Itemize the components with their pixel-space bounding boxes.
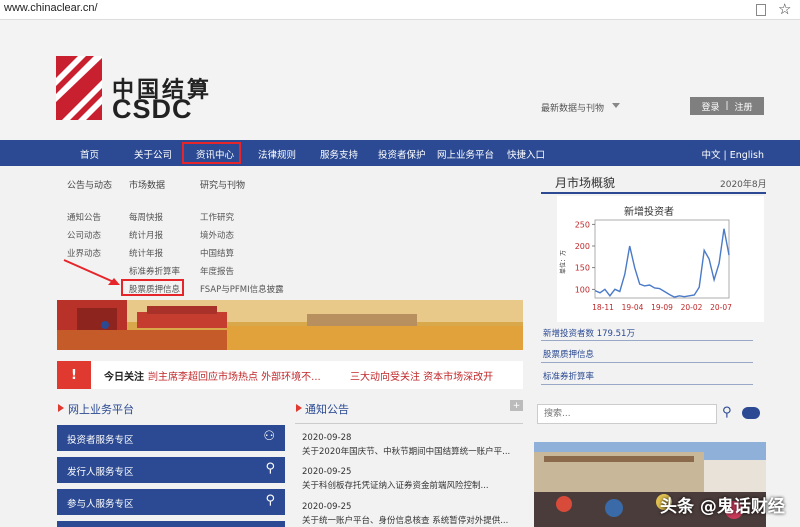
button-label: 参与人服务专区 [67, 499, 134, 510]
dropdown-col-head[interactable]: 公告与动态 [67, 178, 112, 191]
nav-laws[interactable]: 法律规则 [258, 147, 296, 161]
main-nav: 首页 关于公司 资讯中心 法律规则 服务支持 投资者保护 网上业务平台 快捷入口… [0, 140, 800, 166]
market-overview-title: 月市场概貌 [555, 176, 616, 190]
search-input[interactable] [537, 404, 717, 424]
users-icon: ⚇ [263, 429, 275, 444]
dropdown-item[interactable]: 年度报告 [200, 265, 234, 277]
red-arrow-icon [63, 259, 120, 285]
x-tick-label: 18-11 [592, 303, 614, 312]
button-label: 发行人服务专区 [67, 467, 134, 478]
bullet-icon [296, 404, 302, 412]
dropdown-item[interactable]: 境外动态 [200, 229, 234, 241]
more-plus-icon[interactable]: + [510, 400, 523, 411]
nav-investor-protection[interactable]: 投资者保护 [378, 147, 426, 161]
notice-link[interactable]: 关于统一账户平台、身份信息核查 系统暂停对外提供... [302, 514, 517, 526]
divider [541, 192, 766, 194]
dropdown-item[interactable]: FSAP与PFMI信息披露 [200, 283, 284, 295]
x-tick-label: 20-07 [710, 303, 732, 312]
banner-image[interactable] [57, 300, 523, 350]
nav-shortcuts[interactable]: 快捷入口 [507, 147, 545, 161]
dropdown-item[interactable]: 通知公告 [67, 211, 101, 223]
register-link[interactable]: 注册 [735, 100, 753, 113]
page-icon[interactable] [756, 4, 766, 16]
logo-english[interactable]: CSDC [112, 94, 193, 125]
chart-plot: 100 150 200 250 单位：万 18-11 19-04 19-09 20-02 20-0… [559, 219, 732, 312]
notices-title: 通知公告 [305, 403, 349, 416]
investor-service-button[interactable]: 投资者服务专区 ⚇ [57, 425, 285, 451]
dropdown-item[interactable]: 公司动态 [67, 229, 101, 241]
dropdown-item[interactable]: 工作研究 [200, 211, 234, 223]
nav-online-platform[interactable]: 网上业务平台 [437, 147, 494, 161]
browser-url[interactable]: www.chinaclear.cn/ [4, 2, 98, 14]
new-investor-count: 新增投资者数 179.51万 [543, 329, 635, 339]
browser-address-bar[interactable] [0, 0, 800, 20]
bullet-icon [58, 404, 64, 412]
user-icon: ⚲ [265, 493, 275, 508]
y-tick-label: 100 [575, 285, 590, 294]
nav-service[interactable]: 服务支持 [320, 147, 358, 161]
nav-about[interactable]: 关于公司 [134, 147, 172, 161]
x-tick-label: 19-04 [622, 303, 644, 312]
more-service-button[interactable] [57, 521, 285, 527]
notice-date: 2020-09-25 [302, 502, 352, 512]
language-switch[interactable]: 中文 | English [701, 147, 764, 161]
dropdown-col-head[interactable]: 市场数据 [129, 178, 165, 191]
y-axis-label: 单位：万 [559, 250, 567, 274]
divider [541, 362, 753, 363]
divider [295, 423, 523, 424]
notice-link[interactable]: 关于科创板存托凭证纳入证券资金前端风险控制... [302, 479, 517, 491]
button-label: 投资者服务专区 [67, 435, 134, 446]
divider [541, 384, 753, 385]
nav-active-highlight [182, 142, 241, 164]
search-icon[interactable]: ⚲ [722, 405, 732, 420]
dropdown-item[interactable]: 标准券折算率 [129, 265, 180, 277]
bond-conversion-link[interactable]: 标准券折算率 [543, 370, 594, 382]
x-tick-label: 19-09 [651, 303, 673, 312]
watermark: 头条 @鬼话财经 [660, 497, 785, 517]
focus-news-link[interactable]: 三大动向受关注 资本市场深改开 [350, 368, 493, 383]
bookmark-star-icon[interactable]: ☆ [778, 0, 791, 18]
participant-service-button[interactable]: 参与人服务专区 ⚲ [57, 489, 285, 515]
dropdown-item[interactable]: 统计年报 [129, 247, 163, 259]
dropdown-item[interactable]: 中国结算 [200, 247, 234, 259]
separator: | [725, 101, 729, 111]
pledge-info-link[interactable]: 股票质押信息 [543, 348, 594, 360]
dropdown-col-head[interactable]: 研究与刊物 [200, 178, 245, 191]
alert-icon: ! [57, 361, 91, 389]
chevron-down-icon[interactable] [612, 103, 620, 108]
login-register-button[interactable]: 登录 | 注册 [690, 97, 764, 115]
notice-date: 2020-09-28 [302, 433, 352, 443]
dropdown-item[interactable]: 统计月报 [129, 229, 163, 241]
divider [541, 340, 753, 341]
login-link[interactable]: 登录 [701, 100, 719, 113]
notice-date: 2020-09-25 [302, 467, 352, 477]
csdc-logo-mark-icon[interactable] [56, 56, 102, 120]
dropdown-item[interactable]: 每周快报 [129, 211, 163, 223]
market-date: 2020年8月 [720, 180, 767, 190]
cloud-icon[interactable] [742, 407, 760, 419]
notice-link[interactable]: 关于2020年国庆节、中秋节期间中国结算统一账户平... [302, 445, 517, 457]
user-icon: ⚲ [265, 461, 275, 476]
nav-home[interactable]: 首页 [80, 147, 99, 161]
online-platform-title: 网上业务平台 [68, 403, 134, 416]
y-tick-label: 200 [575, 242, 590, 251]
issuer-service-button[interactable]: 发行人服务专区 ⚲ [57, 457, 285, 483]
today-focus-label: 今日关注 [104, 372, 144, 383]
x-tick-label: 20-02 [681, 303, 703, 312]
latest-data-dropdown[interactable]: 最新数据与刊物 [541, 101, 604, 114]
y-tick-label: 250 [575, 220, 590, 229]
focus-news-link[interactable]: 剀主席李超回应市场热点 外部环境不... [148, 368, 321, 383]
series-line [594, 228, 730, 298]
y-tick-label: 150 [575, 264, 590, 273]
pledge-info-highlight [121, 279, 184, 296]
